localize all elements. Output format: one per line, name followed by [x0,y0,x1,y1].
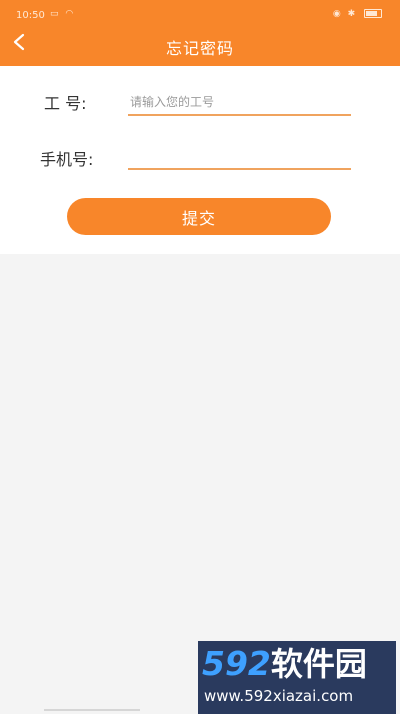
employee-id-label: 工 号: [44,94,87,113]
phone-input[interactable] [128,144,351,170]
watermark: 592软件园 www.592xiazai.com [198,641,396,714]
bluetooth-icon: ✱ [347,9,358,19]
watermark-url: www.592xiazai.com [204,687,354,705]
scroll-indicator [44,709,140,711]
employee-id-input[interactable] [128,90,351,116]
page-title: 忘记密码 [165,39,234,58]
status-icons-left: ▭ ◠ [50,9,75,19]
app-header: 10:50 ▭ ◠ ◉ ✱ 忘记密码 [0,0,400,66]
status-time: 10:50 [16,10,45,21]
status-bar: 10:50 ▭ ◠ ◉ ✱ [0,0,400,26]
sim-icon: ▭ [50,9,61,19]
watermark-logo: 592软件园 [202,644,367,684]
submit-button[interactable]: 提交 [67,198,331,235]
eye-icon: ◉ [332,9,343,19]
status-icons-right: ◉ ✱ [333,9,382,19]
battery-icon [364,9,382,18]
wifi-icon: ◠ [65,9,76,19]
phone-label: 手机号: [40,150,94,169]
forgot-password-form: 工 号: 手机号: 提交 [0,66,400,254]
